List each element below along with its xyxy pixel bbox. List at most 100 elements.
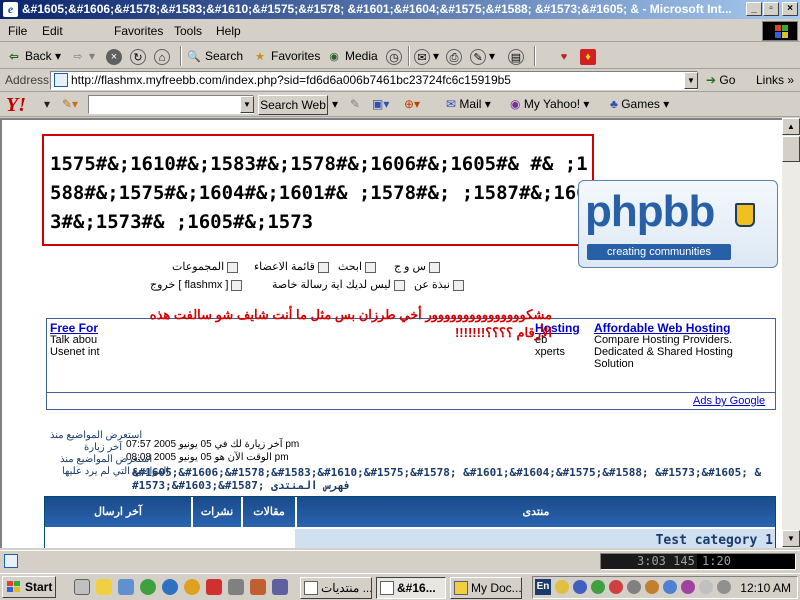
quicklaunch-app3-icon[interactable]	[228, 579, 244, 595]
yahoo-search-options[interactable]: ▾	[332, 97, 338, 111]
menu-favorites[interactable]: Favorites	[114, 24, 163, 38]
yahoo-options-dropdown[interactable]: ▾	[44, 97, 50, 111]
ad-link-free[interactable]: Free For	[50, 321, 98, 335]
nav-profile[interactable]: نبذة عن	[414, 278, 467, 291]
shield-button[interactable]: ♦	[580, 47, 599, 65]
profile-icon	[452, 279, 464, 291]
yahoo-search-dropdown[interactable]: ▼	[240, 96, 254, 113]
task-forums[interactable]: منتديات ...	[300, 577, 372, 599]
show-desktop-icon[interactable]	[74, 579, 90, 595]
scroll-down-arrow-icon[interactable]: ▼	[782, 530, 800, 547]
favorites-button[interactable]: ★ Favorites	[252, 47, 320, 65]
mail-button[interactable]: ✉ ▾	[414, 47, 439, 65]
maximize-button[interactable]: ▫	[763, 2, 779, 16]
games-icon: ♣	[610, 97, 618, 111]
refresh-button[interactable]: ↻	[130, 47, 149, 65]
discuss-icon: ▤	[508, 48, 524, 65]
edit-button[interactable]: ✎ ▾	[470, 47, 495, 65]
quicklaunch-app-icon[interactable]	[162, 579, 178, 595]
go-button[interactable]: ➔ Go	[706, 73, 735, 87]
yahoo-search-web-button[interactable]: Search Web	[258, 95, 328, 115]
nav-groups-label: المجموعات	[172, 261, 225, 273]
crosshair-icon[interactable]: ⊕▾	[404, 97, 420, 111]
menu-edit[interactable]: Edit	[42, 24, 63, 38]
address-dropdown[interactable]: ▼	[684, 72, 698, 89]
menu-tools[interactable]: Tools	[174, 24, 202, 38]
lightbulb-icon	[735, 203, 755, 227]
tray-icon-4[interactable]	[609, 580, 623, 594]
quicklaunch-folder-icon[interactable]	[96, 579, 112, 595]
messenger-button[interactable]: ♥	[556, 47, 575, 65]
window-title-bar[interactable]: e &#1605;&#1606;&#1578;&#1583;&#1610;&#1…	[0, 0, 800, 19]
history-button[interactable]: ◷	[386, 47, 405, 65]
highlighter-icon[interactable]: ✎▾	[62, 97, 78, 111]
nav-private-messages[interactable]: ليس لديك اية رسالة خاصة	[272, 278, 408, 291]
last-visit-text: آخر زيارة لك في 05 يونيو 2005 07:57 pm	[126, 439, 300, 450]
phpbb-logo[interactable]: phpbb creating communities	[578, 180, 778, 268]
nav-search-label: ابحث	[338, 261, 363, 273]
scroll-up-arrow-icon[interactable]: ▲	[782, 118, 800, 135]
quicklaunch-app4-icon[interactable]	[250, 579, 266, 595]
my-yahoo-button[interactable]: ◉ My Yahoo! ▾	[510, 97, 589, 111]
yahoo-search-input[interactable]	[88, 95, 254, 114]
category-title[interactable]: Test category 1	[656, 533, 773, 548]
nav-faq[interactable]: س و ج	[394, 260, 443, 273]
ads-by-google-link[interactable]: Ads by Google	[693, 395, 765, 407]
vertical-scrollbar[interactable]: ▲ ▼	[782, 118, 800, 548]
links-button[interactable]: Links »	[756, 73, 794, 87]
tray-icon-1[interactable]	[555, 580, 569, 594]
minimize-button[interactable]: _	[746, 2, 762, 16]
games-label: Games	[621, 97, 660, 111]
yahoo-logo[interactable]: Y!	[6, 94, 26, 117]
yahoo-mail-label: Mail	[459, 97, 482, 111]
ad-link-affordable-hosting[interactable]: Affordable Web Hosting	[594, 321, 730, 335]
quicklaunch-messenger-icon[interactable]	[184, 579, 200, 595]
tray-icon-2[interactable]	[573, 580, 587, 594]
back-button[interactable]: ⇦ Back ▾	[6, 47, 61, 65]
menu-file[interactable]: File	[8, 24, 27, 38]
forward-button[interactable]: ⇨ ▾	[70, 47, 95, 65]
nav-groups[interactable]: المجموعات	[172, 260, 241, 273]
yahoo-window-icon[interactable]: ▣▾	[372, 97, 389, 111]
clock[interactable]: 12:10 AM	[740, 581, 791, 595]
stop-button[interactable]: ×	[106, 47, 125, 65]
quicklaunch-app2-icon[interactable]	[206, 579, 222, 595]
tray-icon-5[interactable]	[627, 580, 641, 594]
task-my-documents[interactable]: My Doc...	[450, 577, 522, 599]
address-input[interactable]: http://flashmx.myfreebb.com/index.php?si…	[50, 71, 698, 90]
home-button[interactable]: ⌂	[154, 47, 173, 65]
task-current-label: &#16...	[397, 581, 436, 595]
page-title: 1575#&;1610#&;1583#&;1578#&;1606#&;1605#…	[42, 134, 594, 246]
tray-icon-10[interactable]	[717, 580, 731, 594]
last-visit-link[interactable]: آخر زيارة	[84, 442, 122, 453]
nav-logout[interactable]: خروج [ flashmx ]	[150, 278, 245, 291]
quicklaunch-media-icon[interactable]	[140, 579, 156, 595]
nav-search[interactable]: ابحث	[338, 260, 379, 273]
start-button[interactable]: Start	[2, 576, 56, 598]
tray-icon-6[interactable]	[645, 580, 659, 594]
discuss-button[interactable]: ▤	[508, 47, 527, 65]
scroll-thumb[interactable]	[782, 136, 800, 162]
nav-members[interactable]: قائمة الاعضاء	[254, 260, 332, 273]
media-label: Media	[345, 49, 378, 63]
yahoo-mail-button[interactable]: ✉ Mail ▾	[446, 97, 491, 111]
tray-icon-9[interactable]	[699, 580, 713, 594]
quicklaunch-ie-icon[interactable]	[118, 579, 134, 595]
media-button[interactable]: ◉ Media	[326, 47, 378, 65]
tray-icon-8[interactable]	[681, 580, 695, 594]
breadcrumb[interactable]: &#1605;&#1606;&#1578;&#1583;&#1610;&#157…	[132, 466, 762, 492]
yahoo-games-button[interactable]: ♣ Games ▾	[610, 97, 669, 111]
close-button[interactable]: ×	[782, 2, 798, 16]
search-button[interactable]: 🔍 Search	[186, 47, 243, 65]
tray-icon-7[interactable]	[663, 580, 677, 594]
nav-logout-label: خروج [ flashmx ]	[150, 279, 229, 291]
menu-help[interactable]: Help	[216, 24, 241, 38]
quicklaunch-app5-icon[interactable]	[272, 579, 288, 595]
print-button[interactable]: ⎙	[446, 47, 465, 65]
media-icon: ◉	[329, 50, 339, 63]
tray-icon-3[interactable]	[591, 580, 605, 594]
language-indicator[interactable]: En	[535, 579, 551, 595]
faq-icon	[428, 261, 440, 273]
task-current-page[interactable]: &#16...	[376, 577, 446, 599]
pencil-icon[interactable]: ✎	[350, 97, 360, 111]
